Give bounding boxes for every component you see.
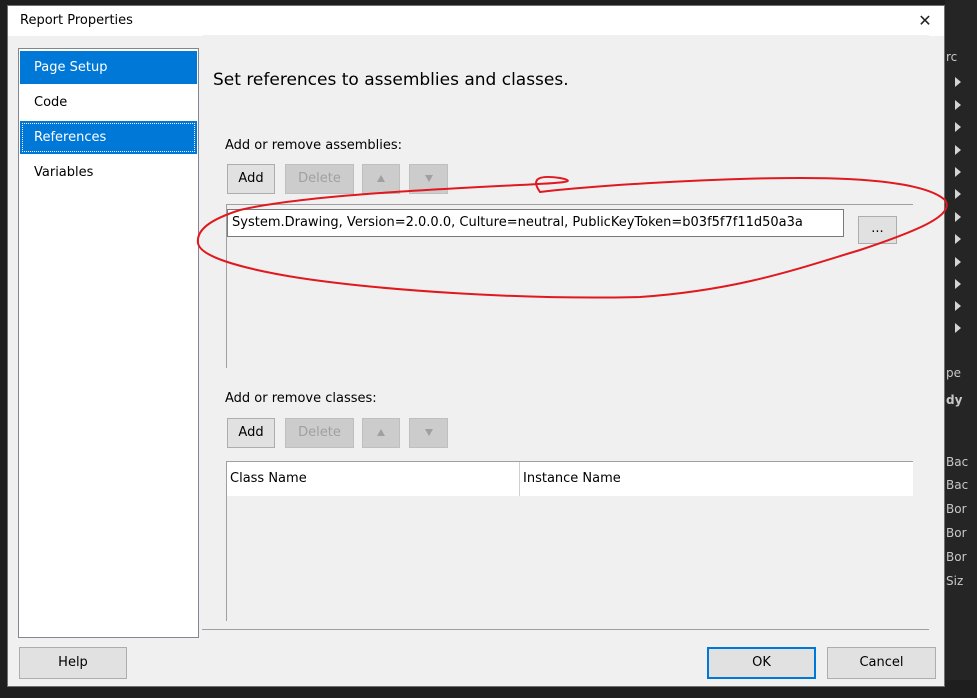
background-text: Bac — [946, 478, 969, 492]
page-heading: Set references to assemblies and classes… — [213, 70, 569, 90]
grid-header: Class Name Instance Name — [227, 462, 913, 496]
background-text: rc — [946, 50, 958, 64]
background-text: Bor — [946, 526, 967, 540]
tree-expand-icon — [955, 279, 961, 289]
dialog-title: Report Properties — [20, 13, 133, 28]
background-text: Siz — [946, 574, 964, 588]
move-down-class-button[interactable] — [409, 418, 448, 448]
arrow-up-icon — [377, 429, 385, 436]
tree-expand-icon — [955, 257, 961, 267]
help-button[interactable]: Help — [19, 647, 127, 679]
properties-nav-list: Page Setup Code References Variables — [18, 48, 199, 638]
arrow-down-icon — [424, 175, 433, 182]
assemblies-label: Add or remove assemblies: — [225, 138, 403, 153]
column-header-instance-name[interactable]: Instance Name — [519, 462, 913, 496]
tree-expand-icon — [955, 145, 961, 155]
cancel-button[interactable]: Cancel — [827, 647, 936, 679]
background-text: Bac — [946, 455, 969, 469]
move-down-assembly-button[interactable] — [409, 164, 448, 194]
nav-item-code[interactable]: Code — [20, 86, 197, 119]
background-text: Bor — [946, 550, 967, 564]
classes-grid: Class Name Instance Name — [226, 461, 913, 621]
nav-item-variables[interactable]: Variables — [20, 156, 197, 189]
browse-assembly-button[interactable]: ... — [858, 216, 897, 244]
tree-expand-icon — [955, 167, 961, 177]
background-text: pe — [946, 366, 961, 380]
delete-assembly-button[interactable]: Delete — [285, 164, 354, 194]
tree-expand-icon — [955, 301, 961, 311]
move-up-assembly-button[interactable] — [362, 164, 400, 194]
tree-expand-icon — [955, 100, 961, 110]
delete-class-button[interactable]: Delete — [285, 418, 354, 448]
close-icon[interactable]: ✕ — [908, 8, 942, 34]
assembly-reference-field[interactable]: System.Drawing, Version=2.0.0.0, Culture… — [227, 209, 844, 237]
tree-expand-icon — [955, 189, 961, 199]
tree-expand-icon — [955, 122, 961, 132]
ok-button[interactable]: OK — [707, 647, 816, 679]
classes-label: Add or remove classes: — [225, 391, 377, 406]
arrow-down-icon — [424, 429, 433, 436]
nav-item-page-setup[interactable]: Page Setup — [20, 51, 197, 84]
add-assembly-button[interactable]: Add — [227, 164, 275, 194]
nav-item-references[interactable]: References — [20, 121, 197, 154]
tree-expand-icon — [955, 234, 961, 244]
tree-expand-icon — [955, 212, 961, 222]
background-ide-panel — [945, 0, 977, 698]
background-text: Bor — [946, 502, 967, 516]
add-class-button[interactable]: Add — [227, 418, 275, 448]
tree-expand-icon — [955, 77, 961, 87]
title-bar: Report Properties ✕ — [8, 6, 944, 36]
divider — [202, 629, 929, 630]
column-header-class-name[interactable]: Class Name — [227, 462, 519, 496]
tree-expand-icon — [955, 323, 961, 333]
arrow-up-icon — [377, 175, 385, 182]
background-text: dy — [946, 393, 963, 407]
move-up-class-button[interactable] — [362, 418, 400, 448]
